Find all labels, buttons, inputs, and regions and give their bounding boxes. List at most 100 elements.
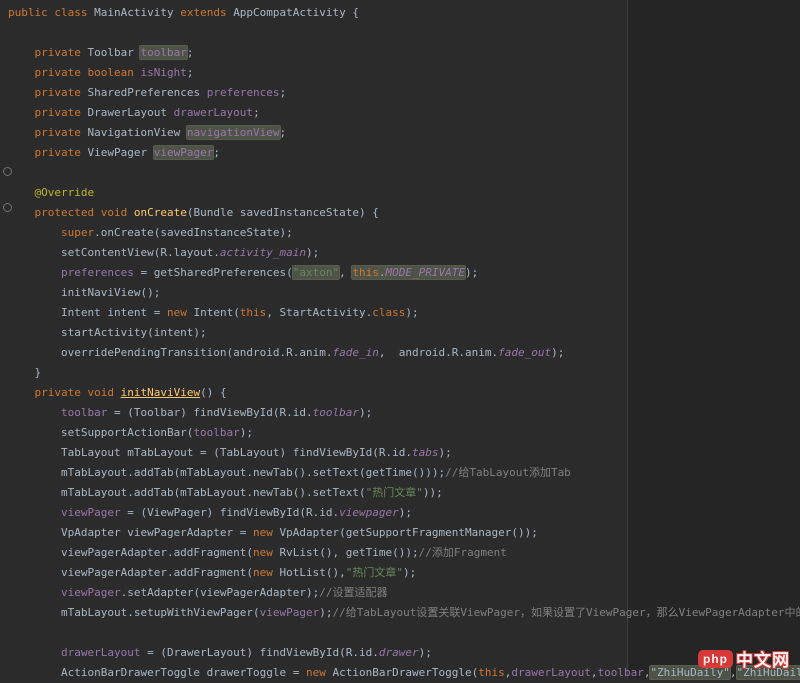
code-token: mTabLayout.addTab(mTabLayout.newTab().se… [8,486,366,499]
code-token: ActionBarDrawerToggle drawerToggle = [8,666,306,679]
code-line[interactable]: initNaviView(); [0,283,800,303]
code-line[interactable] [0,623,800,643]
code-line[interactable]: viewPager = (ViewPager) findViewById(R.i… [0,503,800,523]
code-line[interactable] [0,163,800,183]
code-token: mTabLayout.addTab(mTabLayout.newTab().se… [8,466,445,479]
code-token: ); [438,446,451,459]
code-token [8,166,35,179]
override-marker-icon[interactable] [3,203,12,212]
watermark-logo-icon: php [698,650,733,668]
code-line[interactable]: private ViewPager viewPager; [0,143,800,163]
code-token: Intent intent = [8,306,167,319]
code-token: RvList(), getTime()); [280,546,419,559]
code-token: ; [253,106,260,119]
code-token: viewpager [339,506,399,519]
code-token: private [35,126,88,139]
code-line[interactable]: public class MainActivity extends AppCom… [0,3,800,23]
code-token: class [54,6,94,19]
code-token: activity_main [220,246,306,259]
code-line[interactable]: private NavigationView navigationView; [0,123,800,143]
code-token: = getSharedPreferences( [134,266,293,279]
code-token: toolbar [193,426,239,439]
code-line[interactable]: viewPagerAdapter.addFragment(new RvList(… [0,543,800,563]
code-line[interactable]: private void initNaviView() { [0,383,800,403]
code-token [8,126,35,139]
code-line[interactable]: @Override [0,183,800,203]
code-line[interactable]: drawerLayout = (DrawerLayout) findViewBy… [0,643,800,663]
code-token: , [339,266,352,279]
code-token: tabs [412,446,439,459]
code-token: onCreate [134,206,187,219]
code-token: new [253,526,280,539]
code-line[interactable]: mTabLayout.setupWithViewPager(viewPager)… [0,603,800,623]
code-line[interactable]: TabLayout mTabLayout = (TabLayout) findV… [0,443,800,463]
code-token: .onCreate(savedInstanceState); [94,226,293,239]
watermark: php 中文网 [698,646,790,671]
code-line[interactable]: ActionBarDrawerToggle drawerToggle = new… [0,663,800,683]
code-token [8,506,61,519]
code-token: ); [419,646,432,659]
code-token: //设置适配器 [319,586,387,599]
code-token: SharedPreferences [87,86,206,99]
code-line[interactable]: setSupportActionBar(toolbar); [0,423,800,443]
code-line[interactable]: viewPager.setAdapter(viewPagerAdapter);/… [0,583,800,603]
code-token [8,646,61,659]
code-line[interactable]: private SharedPreferences preferences; [0,83,800,103]
code-token: toolbar [61,406,107,419]
code-line[interactable]: } [0,363,800,383]
code-area[interactable]: public class MainActivity extends AppCom… [0,3,800,683]
code-token: overridePendingTransition(android.R.anim… [8,346,333,359]
code-token: private [35,86,88,99]
code-line[interactable]: private boolean isNight; [0,63,800,83]
code-token: fade_in [333,346,379,359]
code-token: new [253,566,280,579]
code-token: ); [405,306,418,319]
code-token: viewPagerAdapter.addFragment( [8,546,253,559]
code-line[interactable]: mTabLayout.addTab(mTabLayout.newTab().se… [0,463,800,483]
code-token: viewPager [154,146,214,159]
code-token: ActionBarDrawerToggle( [333,666,479,679]
code-editor[interactable]: public class MainActivity extends AppCom… [0,0,800,679]
code-token: .setAdapter(viewPagerAdapter); [121,586,320,599]
code-token: this [478,666,505,679]
code-token: drawerLayout [511,666,590,679]
code-line[interactable]: private DrawerLayout drawerLayout; [0,103,800,123]
code-line[interactable]: super.onCreate(savedInstanceState); [0,223,800,243]
code-token: viewPager [61,586,121,599]
code-token: this [240,306,267,319]
code-line[interactable] [0,23,800,43]
override-marker-icon[interactable] [3,167,12,176]
code-line[interactable]: private Toolbar toolbar; [0,43,800,63]
code-token: DrawerLayout [87,106,173,119]
code-token: toolbar [140,46,186,59]
code-token: mTabLayout.setupWithViewPager( [8,606,260,619]
code-token: private [35,66,88,79]
code-token: , StartActivity. [266,306,372,319]
code-line[interactable]: overridePendingTransition(android.R.anim… [0,343,800,363]
code-token: isNight [140,66,186,79]
code-line[interactable]: VpAdapter viewPagerAdapter = new VpAdapt… [0,523,800,543]
code-line[interactable]: mTabLayout.addTab(mTabLayout.newTab().se… [0,483,800,503]
code-line[interactable]: setContentView(R.layout.activity_main); [0,243,800,263]
code-token: VpAdapter(getSupportFragmentManager()); [280,526,538,539]
code-token: ); [306,246,319,259]
code-token: setSupportActionBar( [8,426,193,439]
code-token: new [167,306,194,319]
code-line[interactable]: protected void onCreate(Bundle savedInst… [0,203,800,223]
code-token: ); [359,406,372,419]
code-token: ); [319,606,332,619]
code-token: viewPager [260,606,320,619]
code-token: public [8,6,54,19]
code-token: ); [465,266,478,279]
code-token: super [61,226,94,239]
code-line[interactable]: viewPagerAdapter.addFragment(new HotList… [0,563,800,583]
code-line[interactable]: startActivity(intent); [0,323,800,343]
code-line[interactable]: Intent intent = new Intent(this, StartAc… [0,303,800,323]
code-token [8,266,61,279]
code-token: ); [403,566,416,579]
code-line[interactable]: toolbar = (Toolbar) findViewById(R.id.to… [0,403,800,423]
code-line[interactable]: preferences = getSharedPreferences("axto… [0,263,800,283]
code-token: . [379,266,386,279]
code-token: //给TabLayout设置关联ViewPager，如果设置了ViewPager… [333,606,800,619]
code-token: private [35,46,88,59]
